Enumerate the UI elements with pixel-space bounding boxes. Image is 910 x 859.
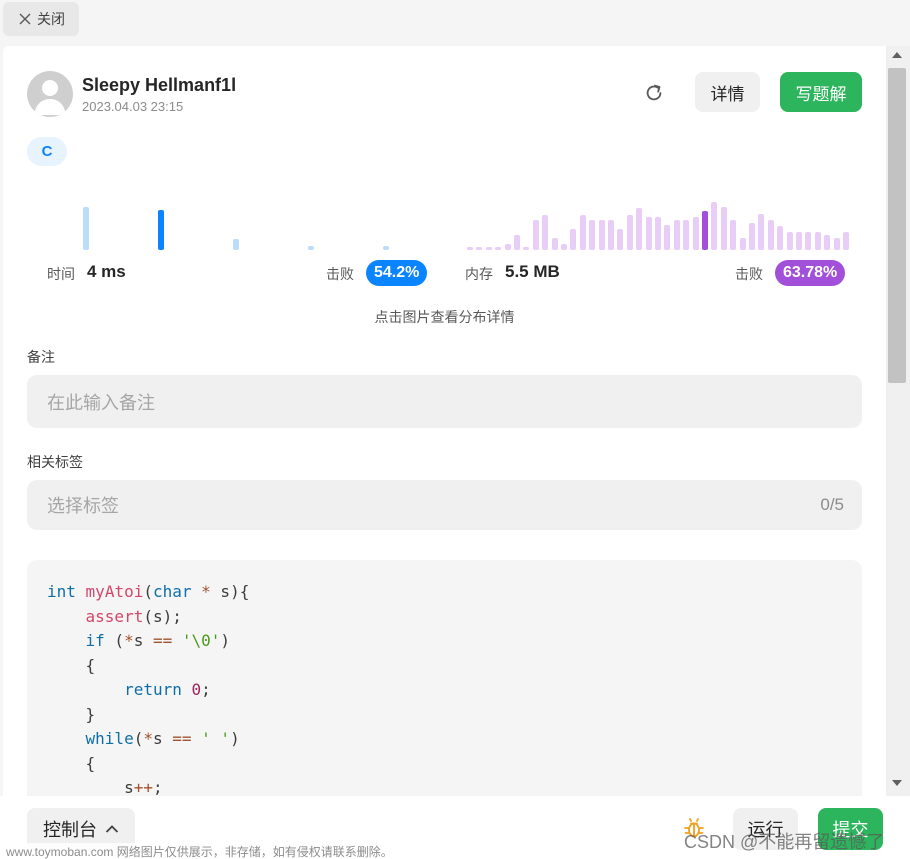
avatar[interactable] (27, 71, 73, 117)
memory-bar[interactable] (749, 223, 755, 250)
runtime-label: 时间 (47, 266, 75, 282)
language-tag: C (27, 137, 67, 166)
memory-bar[interactable] (467, 247, 473, 250)
close-label: 关闭 (37, 11, 65, 27)
memory-label: 内存 (465, 266, 493, 282)
memory-bar[interactable] (617, 229, 623, 250)
close-icon (19, 13, 31, 25)
memory-bar[interactable] (627, 215, 633, 250)
memory-bar[interactable] (730, 220, 736, 250)
memory-bar[interactable] (674, 220, 680, 250)
runtime-bar[interactable] (233, 239, 239, 250)
refresh-icon (646, 84, 662, 101)
distribution-chart[interactable] (27, 186, 862, 250)
chevron-up-icon (105, 825, 119, 833)
notes-input[interactable]: 在此输入备注 (27, 375, 862, 428)
runtime-beat-label: 击败 (326, 266, 354, 282)
memory-bar[interactable] (721, 207, 727, 250)
memory-bar[interactable] (768, 220, 774, 250)
watermark-left: www.toymoban.com 网络图片仅供展示，非存储，如有侵权请联系删除。 (6, 843, 393, 859)
memory-beat-label: 击败 (735, 266, 763, 282)
close-button[interactable]: 关闭 (3, 2, 79, 36)
username[interactable]: Sleepy Hellmanf1l (82, 75, 236, 96)
memory-bar[interactable] (505, 244, 511, 250)
runtime-beat-badge: 54.2% (366, 260, 428, 286)
tags-label: 相关标签 (27, 454, 83, 470)
notes-label: 备注 (27, 349, 55, 365)
runtime-bar[interactable] (308, 246, 314, 250)
memory-bar[interactable] (834, 238, 840, 250)
watermark-right: CSDN @不能再留遗憾了 (684, 832, 885, 852)
runtime-bar[interactable] (83, 207, 89, 250)
memory-bar[interactable] (476, 247, 482, 250)
memory-bar[interactable] (636, 208, 642, 250)
console-label: 控制台 (43, 820, 97, 840)
memory-bar[interactable] (514, 235, 520, 250)
memory-bar[interactable] (542, 215, 548, 250)
chart-hint: 点击图片查看分布详情 (374, 309, 515, 325)
memory-bar[interactable] (796, 232, 802, 250)
scroll-thumb[interactable] (888, 68, 906, 383)
memory-beat-badge: 63.78% (775, 260, 846, 286)
memory-bar[interactable] (486, 247, 492, 250)
scroll-down-arrow-icon[interactable] (892, 780, 902, 786)
runtime-bar[interactable] (383, 246, 389, 250)
memory-bar[interactable] (495, 247, 501, 250)
write-solution-button[interactable]: 写题解 (780, 72, 862, 112)
memory-bar[interactable] (711, 202, 717, 250)
memory-bar[interactable] (523, 247, 529, 250)
memory-bar[interactable] (561, 244, 567, 250)
user-avatar-icon (34, 80, 66, 115)
memory-bar[interactable] (580, 215, 586, 250)
submission-panel: Sleepy Hellmanf1l 2023.04.03 23:15 详情 写题… (3, 46, 886, 796)
memory-bar[interactable] (533, 220, 539, 250)
tags-count: 0/5 (820, 495, 844, 514)
memory-bar[interactable] (758, 214, 764, 250)
memory-bar[interactable] (824, 235, 830, 250)
memory-bar[interactable] (815, 232, 821, 250)
code-block: int myAtoi(char * s){ assert(s); if (*s … (27, 560, 862, 796)
memory-bar[interactable] (843, 232, 849, 250)
memory-bar[interactable] (589, 220, 595, 250)
details-button[interactable]: 详情 (695, 72, 760, 112)
memory-bar[interactable] (664, 225, 670, 250)
memory-bar[interactable] (552, 238, 558, 250)
memory-bar[interactable] (599, 220, 605, 250)
memory-bar[interactable] (683, 220, 689, 250)
memory-bar[interactable] (787, 232, 793, 250)
memory-bar[interactable] (740, 238, 746, 250)
memory-bar[interactable] (777, 226, 783, 250)
memory-bar[interactable] (570, 229, 576, 250)
runtime-value: 4 ms (87, 262, 126, 281)
refresh-button[interactable] (641, 80, 667, 106)
memory-bar[interactable] (805, 232, 811, 250)
memory-bar[interactable] (702, 211, 708, 250)
memory-bar[interactable] (655, 217, 661, 250)
vertical-scrollbar[interactable] (886, 46, 910, 796)
tags-select[interactable]: 选择标签 0/5 (27, 480, 862, 530)
runtime-bar[interactable] (158, 210, 164, 250)
tags-placeholder: 选择标签 (47, 496, 119, 516)
scroll-up-arrow-icon[interactable] (892, 52, 902, 58)
submission-time: 2023.04.03 23:15 (82, 99, 184, 114)
top-bar: 关闭 (0, 0, 910, 46)
memory-bar[interactable] (693, 217, 699, 250)
memory-bar[interactable] (646, 217, 652, 250)
memory-bar[interactable] (608, 220, 614, 250)
memory-value: 5.5 MB (505, 262, 560, 281)
